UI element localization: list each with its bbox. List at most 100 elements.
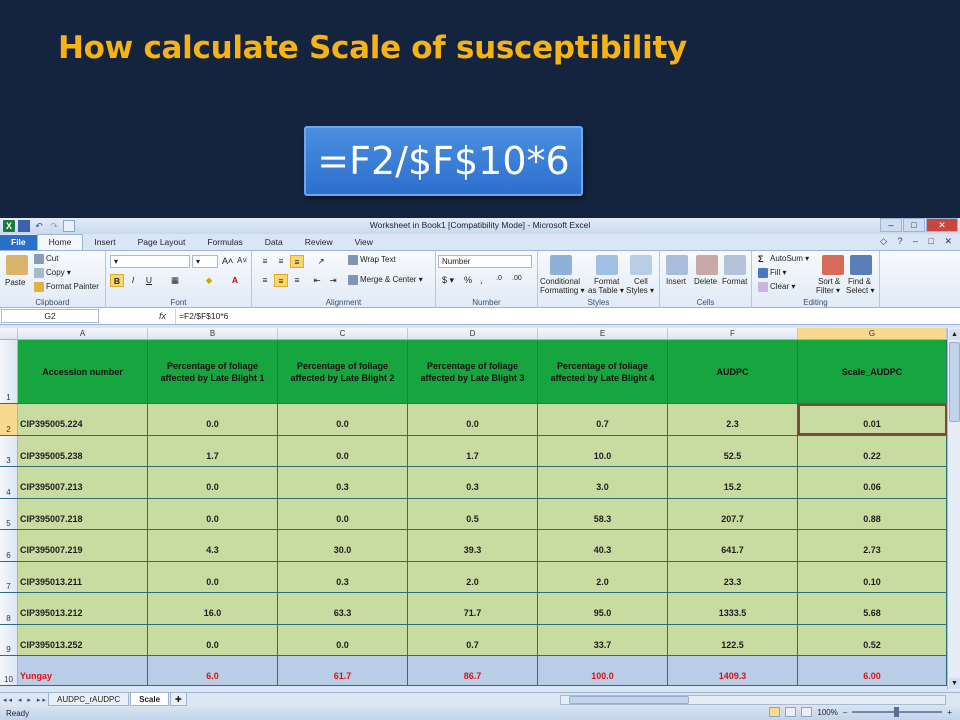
table-cell[interactable]: 2.73 <box>798 530 947 561</box>
table-cell[interactable]: 0.3 <box>278 467 408 498</box>
format-as-table-icon[interactable] <box>596 255 618 275</box>
table-cell[interactable]: 0.0 <box>278 435 408 466</box>
delete-cells-icon[interactable] <box>696 255 718 275</box>
table-cell[interactable]: 0.5 <box>408 498 538 529</box>
font-size-dropdown[interactable]: ▾ <box>192 255 218 268</box>
tab-insert[interactable]: Insert <box>83 235 126 250</box>
orientation-icon[interactable]: ↗ <box>314 255 328 268</box>
table-cell[interactable]: 0.3 <box>278 561 408 592</box>
table-cell[interactable]: 207.7 <box>668 498 798 529</box>
borders-icon[interactable]: ▦ <box>168 274 182 287</box>
table-cell[interactable]: 40.3 <box>538 530 668 561</box>
conditional-formatting-button[interactable]: Conditional <box>540 277 580 286</box>
table-cell[interactable]: 2.3 <box>668 404 798 435</box>
sort-filter-button[interactable]: Sort & <box>818 277 840 286</box>
table-cell[interactable]: 0.7 <box>408 624 538 655</box>
tab-formulas[interactable]: Formulas <box>196 235 253 250</box>
sheet-tab-audpc[interactable]: AUDPC_rAUDPC <box>48 693 130 706</box>
zoom-slider[interactable] <box>852 707 943 717</box>
row-header[interactable]: 10 <box>0 656 18 685</box>
align-right-icon[interactable]: ≡ <box>290 274 304 287</box>
decrease-indent-icon[interactable]: ⇤ <box>310 274 324 287</box>
bold-button[interactable]: B <box>110 274 124 287</box>
table-cell[interactable]: 30.0 <box>278 530 408 561</box>
increase-decimal-button[interactable]: .0 <box>496 275 502 282</box>
table-cell[interactable]: 0.22 <box>798 435 947 466</box>
table-cell[interactable]: 0.0 <box>408 404 538 435</box>
tab-review[interactable]: Review <box>294 235 344 250</box>
scroll-up-icon[interactable]: ▲ <box>949 329 960 340</box>
row-header[interactable]: 1 <box>0 340 18 403</box>
cell-styles-button[interactable]: Cell <box>634 277 648 286</box>
tab-home[interactable]: Home <box>36 234 84 250</box>
hscroll-thumb[interactable] <box>569 696 689 704</box>
increase-indent-icon[interactable]: ⇥ <box>326 274 340 287</box>
table-cell[interactable]: 0.0 <box>278 498 408 529</box>
table-cell[interactable]: CIP395007.218 <box>18 498 148 529</box>
grow-font-button[interactable]: A˄ <box>222 256 233 266</box>
insert-button[interactable]: Insert <box>666 277 686 286</box>
find-select-sub[interactable]: Select ▾ <box>846 286 874 295</box>
header-cell[interactable]: Percentage of foliage affected by Late B… <box>408 340 538 403</box>
conditional-formatting-sub[interactable]: Formatting ▾ <box>540 286 584 295</box>
help-icon[interactable]: ◇ ? – □ ✕ <box>880 236 956 247</box>
format-button[interactable]: Format <box>722 277 747 286</box>
active-cell[interactable]: 0.01 <box>798 404 947 435</box>
table-cell[interactable]: 1.7 <box>148 435 278 466</box>
table-cell[interactable]: 23.3 <box>668 561 798 592</box>
table-cell[interactable]: 39.3 <box>408 530 538 561</box>
page-break-view-icon[interactable] <box>801 707 813 717</box>
font-color-icon[interactable]: A <box>228 274 242 287</box>
table-cell[interactable]: 2.0 <box>408 561 538 592</box>
find-select-button[interactable]: Find & <box>848 277 871 286</box>
underline-button[interactable]: U <box>142 274 156 287</box>
zoom-slider-knob[interactable] <box>894 707 900 717</box>
header-cell[interactable]: Scale_AUDPC <box>798 340 947 403</box>
column-header-c[interactable]: C <box>278 328 408 339</box>
scroll-thumb[interactable] <box>949 342 960 422</box>
vertical-scrollbar[interactable]: ▲ ▼ <box>947 328 960 690</box>
table-cell[interactable]: CIP395013.212 <box>18 593 148 624</box>
table-cell[interactable]: 0.7 <box>538 404 668 435</box>
align-top-icon[interactable]: ≡ <box>258 255 272 268</box>
normal-view-icon[interactable] <box>769 707 781 717</box>
close-button[interactable]: ✕ <box>926 218 958 232</box>
table-cell[interactable]: 0.0 <box>148 498 278 529</box>
table-cell[interactable]: 0.0 <box>148 404 278 435</box>
table-cell[interactable]: 33.7 <box>538 624 668 655</box>
table-cell[interactable]: 16.0 <box>148 593 278 624</box>
name-box[interactable]: G2 <box>1 309 99 323</box>
align-center-icon[interactable]: ≡ <box>274 274 288 287</box>
table-cell[interactable]: 0.0 <box>148 624 278 655</box>
column-header-a[interactable]: A <box>18 328 148 339</box>
currency-button[interactable]: $ ▾ <box>442 275 454 286</box>
merge-center-button[interactable]: Merge & Center ▾ <box>348 275 423 285</box>
header-cell[interactable]: Percentage of foliage affected by Late B… <box>538 340 668 403</box>
table-cell[interactable]: CIP395013.211 <box>18 561 148 592</box>
table-cell[interactable]: 61.7 <box>278 656 408 685</box>
number-format-dropdown[interactable]: Number <box>438 255 532 268</box>
table-cell[interactable]: 0.3 <box>408 467 538 498</box>
row-header[interactable]: 6 <box>0 530 18 561</box>
table-cell[interactable]: 63.3 <box>278 593 408 624</box>
table-cell[interactable]: 6.0 <box>148 656 278 685</box>
font-name-dropdown[interactable]: ▾ <box>110 255 190 268</box>
table-cell[interactable]: 0.52 <box>798 624 947 655</box>
zoom-in-icon[interactable]: + <box>947 708 952 717</box>
format-as-table-sub[interactable]: as Table ▾ <box>588 286 624 295</box>
column-header-f[interactable]: F <box>668 328 798 339</box>
table-cell[interactable]: CIP395007.213 <box>18 467 148 498</box>
formula-input[interactable]: =F2/$F$10*6 <box>175 308 960 324</box>
format-painter-button[interactable]: Format Painter <box>34 282 99 292</box>
row-header[interactable]: 3 <box>0 435 18 466</box>
table-cell[interactable]: 0.0 <box>278 404 408 435</box>
paste-button[interactable]: Paste <box>5 278 25 287</box>
table-cell[interactable]: 0.06 <box>798 467 947 498</box>
table-cell[interactable]: 122.5 <box>668 624 798 655</box>
table-cell[interactable]: 1.7 <box>408 435 538 466</box>
table-cell[interactable]: 4.3 <box>148 530 278 561</box>
sheet-tab-scale[interactable]: Scale <box>130 693 170 706</box>
table-cell[interactable]: 15.2 <box>668 467 798 498</box>
cut-button[interactable]: Cut <box>34 254 58 264</box>
tab-page-layout[interactable]: Page Layout <box>127 235 197 250</box>
